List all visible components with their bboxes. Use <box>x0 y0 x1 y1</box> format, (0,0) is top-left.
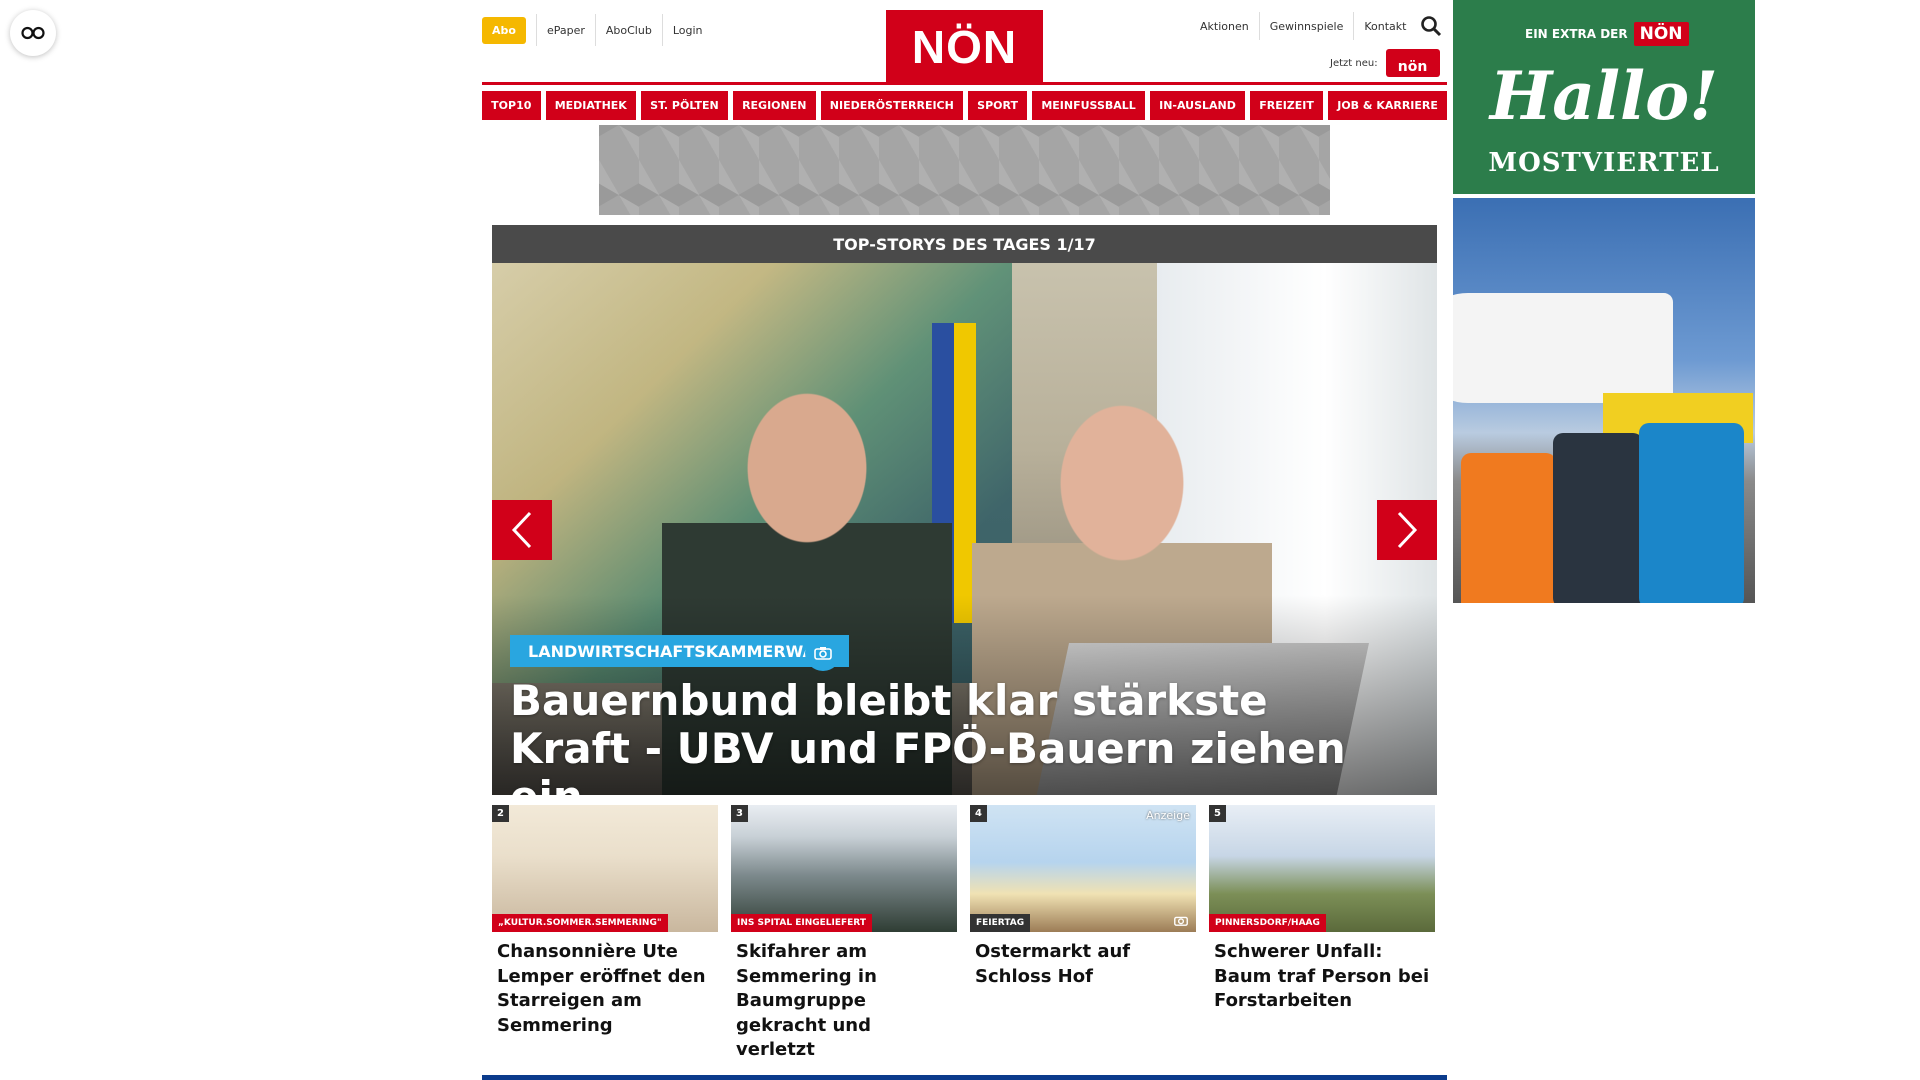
nav-top10[interactable]: TOP10 <box>482 91 541 120</box>
story-card[interactable]: 4 Anzeige FEIERTAG Ostermarkt auf Schlos… <box>970 805 1196 1050</box>
story-title[interactable]: Chansonnière Ute Lemper eröffnet den Sta… <box>492 940 718 1038</box>
kontakt-link[interactable]: Kontakt <box>1354 12 1416 40</box>
hero-category-tag[interactable]: LANDWIRTSCHAFTSKAMMERWAHL <box>510 635 849 667</box>
story-thumbnail[interactable]: 3 INS SPITAL EINGELIEFERT <box>731 805 957 932</box>
story-number: 2 <box>492 805 509 822</box>
ad-banner-placeholder[interactable] <box>599 125 1330 215</box>
header-divider <box>482 82 1447 85</box>
camera-icon <box>1174 916 1188 926</box>
story-cards: 2 „KULTUR.SOMMER.SEMMERING" Chansonnière… <box>492 805 1437 1060</box>
ad-image-suitcase <box>1553 433 1643 603</box>
anzeige-badge: Anzeige <box>1146 809 1190 822</box>
utility-nav-right: Aktionen Gewinnspiele Kontakt <box>1190 10 1442 42</box>
abo-button[interactable]: Abo <box>482 16 526 44</box>
story-title[interactable]: Skifahrer am Semmering in Baumgruppe gek… <box>731 940 957 1063</box>
chevron-right-icon <box>1397 511 1418 549</box>
nav-sport[interactable]: SPORT <box>968 91 1028 120</box>
ad-image-suitcase <box>1639 423 1744 603</box>
hallo-mostviertel-ad[interactable]: EIN EXTRA DER NÖN Hallo! MOSTVIERTEL <box>1453 0 1755 194</box>
story-category[interactable]: FEIERTAG <box>970 914 1031 932</box>
reader-mode-button[interactable] <box>10 10 56 56</box>
noen-app-logo[interactable]: nön <box>1385 49 1440 77</box>
story-card[interactable]: 2 „KULTUR.SOMMER.SEMMERING" Chansonnière… <box>492 805 718 1050</box>
nav-freizeit[interactable]: FREIZEIT <box>1250 91 1324 120</box>
story-category[interactable]: PINNERSDORF/HAAG <box>1209 914 1326 932</box>
story-title[interactable]: Ostermarkt auf Schloss Hof <box>970 940 1196 989</box>
nav-mediathek[interactable]: MEDIATHEK <box>545 91 636 120</box>
nav-st-poelten[interactable]: ST. PÖLTEN <box>640 91 728 120</box>
nav-niederoesterreich[interactable]: NIEDERÖSTERREICH <box>820 91 963 120</box>
story-category[interactable]: INS SPITAL EINGELIEFERT <box>731 914 872 932</box>
story-category[interactable]: „KULTUR.SOMMER.SEMMERING" <box>492 914 668 932</box>
story-number: 4 <box>970 805 987 822</box>
ad-image-suitcase <box>1461 453 1556 603</box>
story-number: 3 <box>731 805 748 822</box>
ad-hallo-title: Hallo! <box>1489 57 1719 135</box>
noen-logo[interactable]: NÖN <box>886 10 1043 84</box>
main-nav: TOP10 MEDIATHEK ST. PÖLTEN REGIONEN NIED… <box>482 91 1448 120</box>
hero-story[interactable]: LANDWIRTSCHAFTSKAMMERWAHL Bauernbund ble… <box>492 263 1437 795</box>
ad-image-plane <box>1453 293 1673 403</box>
top-stories-header: TOP-STORYS DES TAGES 1/17 <box>492 225 1437 263</box>
aktionen-link[interactable]: Aktionen <box>1190 12 1260 40</box>
story-card[interactable]: 3 INS SPITAL EINGELIEFERT Skifahrer am S… <box>731 805 957 1060</box>
carousel-prev-button[interactable] <box>492 500 552 560</box>
nav-regionen[interactable]: REGIONEN <box>732 91 816 120</box>
camera-icon <box>805 635 841 671</box>
epaper-link[interactable]: ePaper <box>535 14 595 46</box>
ad-extra-label: EIN EXTRA DER <box>1525 27 1628 41</box>
reader-glasses-icon <box>21 26 45 40</box>
story-number: 5 <box>1209 805 1226 822</box>
story-card[interactable]: 5 PINNERSDORF/HAAG Schwerer Unfall: Baum… <box>1209 805 1435 1050</box>
ad-extra-line: EIN EXTRA DER NÖN <box>1525 22 1689 46</box>
login-link[interactable]: Login <box>661 14 713 46</box>
utility-nav-left: Abo ePaper AboClub Login <box>482 14 713 46</box>
nav-meinfussball[interactable]: MEINFUSSBALL <box>1032 91 1145 120</box>
carousel-next-button[interactable] <box>1377 500 1437 560</box>
nav-job-karriere[interactable]: JOB & KARRIERE <box>1328 91 1448 120</box>
story-thumbnail[interactable]: 2 „KULTUR.SOMMER.SEMMERING" <box>492 805 718 932</box>
gewinnspiele-link[interactable]: Gewinnspiele <box>1260 12 1355 40</box>
ad-noen-logo: NÖN <box>1633 22 1689 46</box>
story-title[interactable]: Schwerer Unfall: Baum traf Person bei Fo… <box>1209 940 1435 1014</box>
airport-ad-image[interactable] <box>1453 198 1755 603</box>
section-bar <box>482 1075 1447 1080</box>
search-icon[interactable] <box>1420 15 1442 37</box>
ad-region-title: MOSTVIERTEL <box>1488 148 1720 178</box>
nav-in-ausland[interactable]: IN-AUSLAND <box>1149 91 1246 120</box>
jetzt-neu: Jetzt neu: nön <box>1330 46 1440 80</box>
aboclub-link[interactable]: AboClub <box>594 14 662 46</box>
story-thumbnail[interactable]: 5 PINNERSDORF/HAAG <box>1209 805 1435 932</box>
jetzt-neu-label: Jetzt neu: <box>1330 57 1378 69</box>
hero-headline[interactable]: Bauernbund bleibt klar stärkste Kraft - … <box>510 677 1390 796</box>
chevron-left-icon <box>511 511 532 549</box>
story-thumbnail[interactable]: 4 Anzeige FEIERTAG <box>970 805 1196 932</box>
